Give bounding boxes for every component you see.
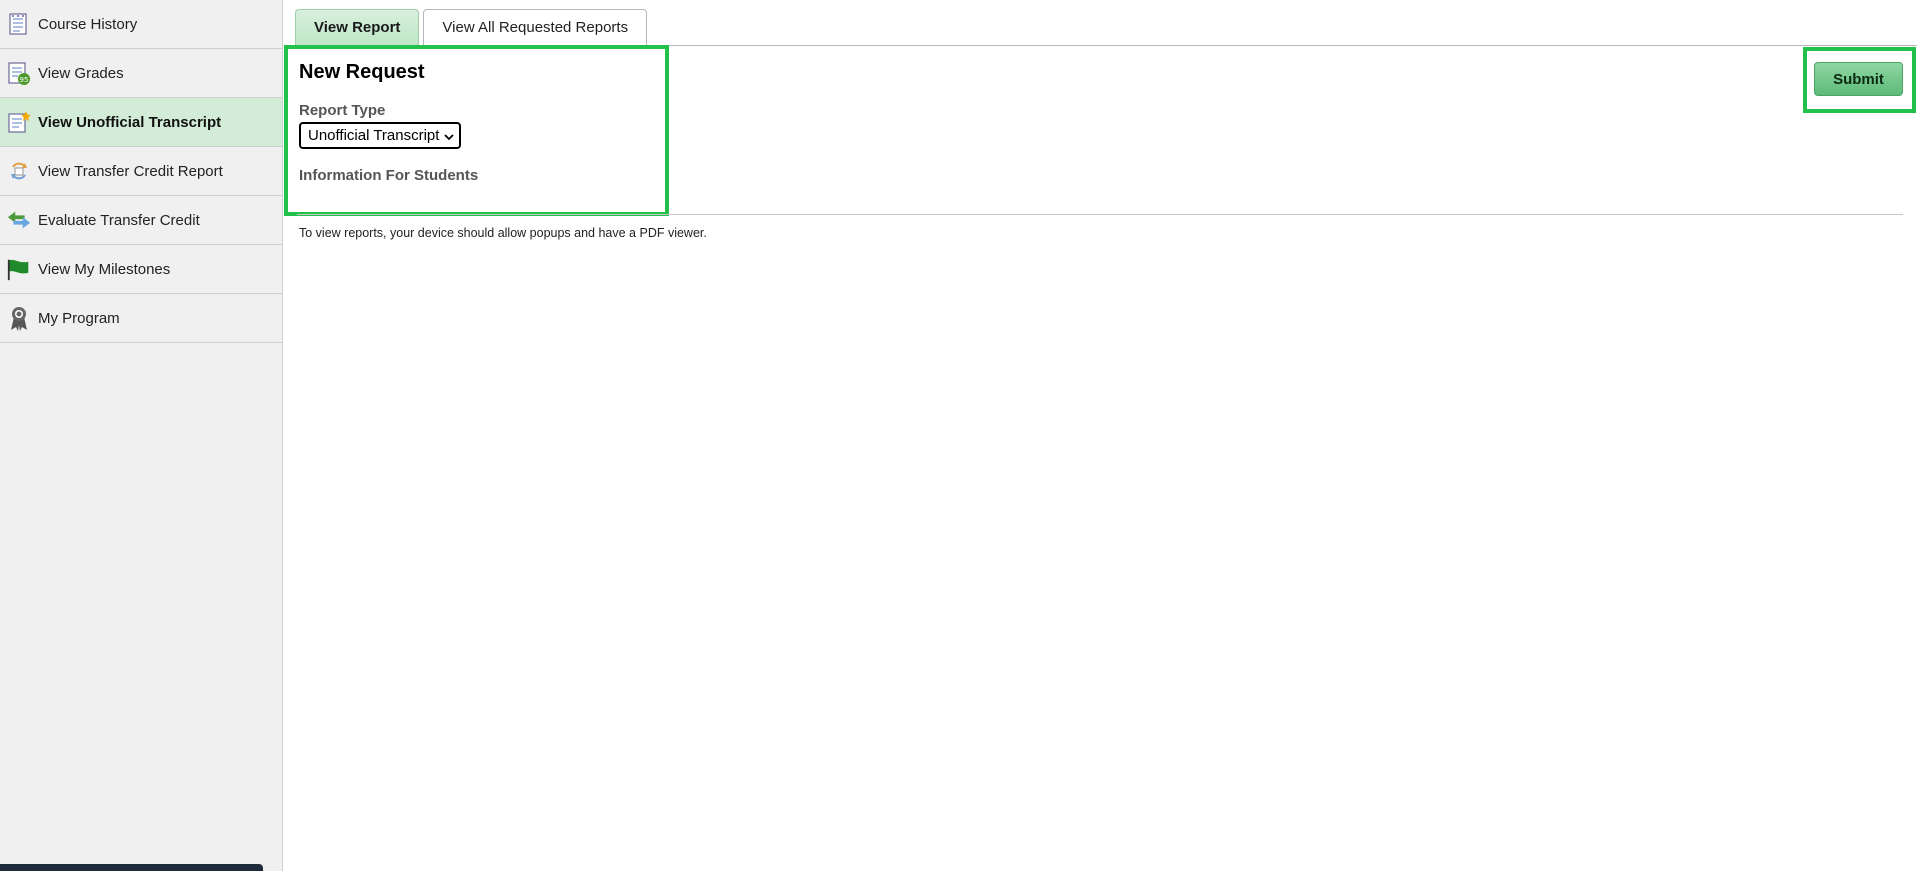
award-ribbon-icon: [6, 305, 32, 331]
sidebar-item-label: View Unofficial Transcript: [38, 113, 222, 131]
transfer-report-icon: [6, 158, 32, 184]
tab-view-all-requested-reports[interactable]: View All Requested Reports: [423, 9, 648, 45]
svg-text:95: 95: [20, 76, 29, 84]
tab-view-report[interactable]: View Report: [295, 9, 420, 45]
grades-icon: 95: [6, 60, 32, 86]
sidebar-item-view-transfer-credit-report[interactable]: View Transfer Credit Report: [0, 147, 282, 196]
report-type-value: Unofficial Transcript: [308, 127, 440, 144]
section-divider: [297, 214, 1903, 215]
evaluate-transfer-icon: [6, 207, 32, 233]
sidebar-item-view-my-milestones[interactable]: View My Milestones: [0, 245, 282, 294]
flag-icon: [6, 256, 32, 282]
information-heading: Information For Students: [299, 167, 479, 184]
course-history-icon: [6, 11, 32, 37]
sidebar-item-evaluate-transfer-credit[interactable]: Evaluate Transfer Credit: [0, 196, 282, 245]
sidebar-nav: Course History 95 View Grades View Unoff…: [0, 0, 283, 871]
sidebar-item-label: View Grades: [38, 64, 124, 82]
sidebar-item-label: View Transfer Credit Report: [38, 162, 223, 180]
sidebar-item-view-unofficial-transcript[interactable]: View Unofficial Transcript: [0, 98, 282, 147]
sidebar-item-course-history[interactable]: Course History: [0, 0, 282, 49]
submit-button[interactable]: Submit: [1814, 62, 1903, 96]
report-type-label: Report Type: [299, 102, 386, 119]
chevron-down-icon: [443, 130, 455, 142]
page-title: New Request: [299, 61, 425, 83]
main-content: View Report View All Requested Reports N…: [284, 0, 1917, 871]
sidebar-item-label: View My Milestones: [38, 260, 171, 278]
sidebar-item-view-grades[interactable]: 95 View Grades: [0, 49, 282, 98]
sidebar-item-my-program[interactable]: My Program: [0, 294, 282, 343]
transcript-icon: [6, 109, 32, 135]
sidebar-item-label: Course History: [38, 15, 138, 33]
status-tooltip: [0, 864, 263, 871]
sidebar-item-label: Evaluate Transfer Credit: [38, 211, 200, 229]
popup-note: To view reports, your device should allo…: [299, 226, 707, 240]
tab-bar: View Report View All Requested Reports: [295, 9, 651, 45]
report-type-select[interactable]: Unofficial Transcript: [299, 122, 461, 149]
sidebar-item-label: My Program: [38, 309, 120, 327]
